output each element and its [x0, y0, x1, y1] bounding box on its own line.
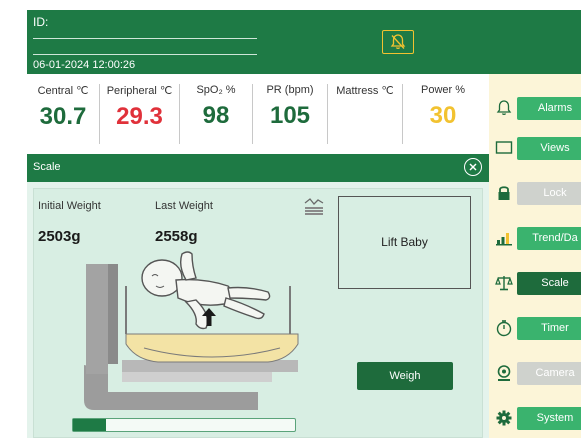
side-menu: Alarms Views Lock Trend/Da Scale Timer C… [489, 74, 581, 438]
bell-icon [496, 100, 512, 115]
sidebar-item-alarms[interactable]: Alarms [489, 90, 581, 126]
vital-label: Peripheral ℃ [106, 85, 173, 97]
vital-label: Mattress ℃ [336, 85, 394, 97]
initial-weight-label: Initial Weight [38, 200, 101, 212]
incubator-illustration [84, 251, 299, 410]
trend-data-button[interactable]: Trend/Da [517, 227, 581, 250]
vital-power[interactable]: Power % 30 [403, 84, 483, 144]
vital-pulse-rate[interactable]: PR (bpm) 105 [253, 84, 328, 144]
weight-trend-icon[interactable] [303, 195, 325, 217]
scale-dialog-header: Scale [27, 154, 489, 182]
vital-value: 30.7 [39, 103, 87, 130]
sidebar-item-lock[interactable]: Lock [489, 175, 581, 211]
sidebar-item-trend[interactable]: Trend/Da [489, 220, 581, 256]
header-bar: ID: 06-01-2024 12:00:26 [27, 10, 581, 74]
sidebar-item-timer[interactable]: Timer [489, 310, 581, 346]
patient-name-field[interactable] [33, 54, 257, 55]
weighing-progress-bar [72, 418, 296, 432]
vital-value: 30 [429, 102, 457, 129]
views-button[interactable]: Views [517, 137, 581, 160]
scale-icon [495, 276, 513, 291]
sidebar-item-views[interactable]: Views [489, 130, 581, 166]
sidebar-item-scale[interactable]: Scale [489, 265, 581, 301]
gear-icon [496, 410, 512, 426]
vital-label: Central ℃ [37, 85, 89, 97]
vital-central-temp[interactable]: Central ℃ 30.7 [27, 84, 100, 144]
close-button[interactable] [464, 158, 482, 176]
initial-weight-value: 2503g [38, 228, 81, 245]
close-icon [469, 163, 477, 171]
last-weight-label: Last Weight [155, 200, 213, 212]
trend-icon [496, 233, 512, 246]
lock-icon [498, 186, 510, 200]
vital-peripheral-temp[interactable]: Peripheral ℃ 29.3 [100, 84, 180, 144]
date-time: 06-01-2024 12:00:26 [33, 59, 136, 71]
instruction-box: Lift Baby [338, 196, 471, 289]
timer-icon [496, 320, 512, 337]
alarms-button[interactable]: Alarms [517, 97, 581, 120]
scale-dialog-title: Scale [33, 161, 61, 173]
bell-off-icon [390, 34, 406, 49]
vital-value: 105 [269, 102, 311, 129]
vital-label: SpO₂ % [196, 84, 236, 96]
vital-mattress-temp[interactable]: Mattress ℃ [328, 84, 403, 144]
monitor-icon [495, 141, 513, 154]
vital-spo2[interactable]: SpO₂ % 98 [180, 84, 253, 144]
vital-value: 29.3 [116, 103, 163, 130]
alarm-silence-button[interactable] [382, 30, 414, 54]
sidebar-item-camera[interactable]: Camera [489, 355, 581, 391]
scale-button[interactable]: Scale [517, 272, 581, 295]
sidebar-item-system[interactable]: System [489, 400, 581, 436]
vital-label: Power % [420, 84, 466, 96]
lift-baby-instruction: Lift Baby [381, 235, 428, 249]
patient-id-field[interactable] [33, 38, 257, 39]
system-button[interactable]: System [517, 407, 581, 430]
camera-icon [497, 365, 511, 381]
vital-value: 98 [202, 102, 230, 129]
camera-button[interactable]: Camera [517, 362, 581, 385]
weighing-progress-fill [73, 419, 107, 431]
weigh-button[interactable]: Weigh [357, 362, 453, 390]
vitals-panel: Central ℃ 30.7 Peripheral ℃ 29.3 SpO₂ % … [27, 74, 489, 154]
timer-button[interactable]: Timer [517, 317, 581, 340]
patient-id-label: ID: [33, 15, 49, 29]
lock-button[interactable]: Lock [517, 182, 581, 205]
vital-label: PR (bpm) [266, 84, 314, 96]
